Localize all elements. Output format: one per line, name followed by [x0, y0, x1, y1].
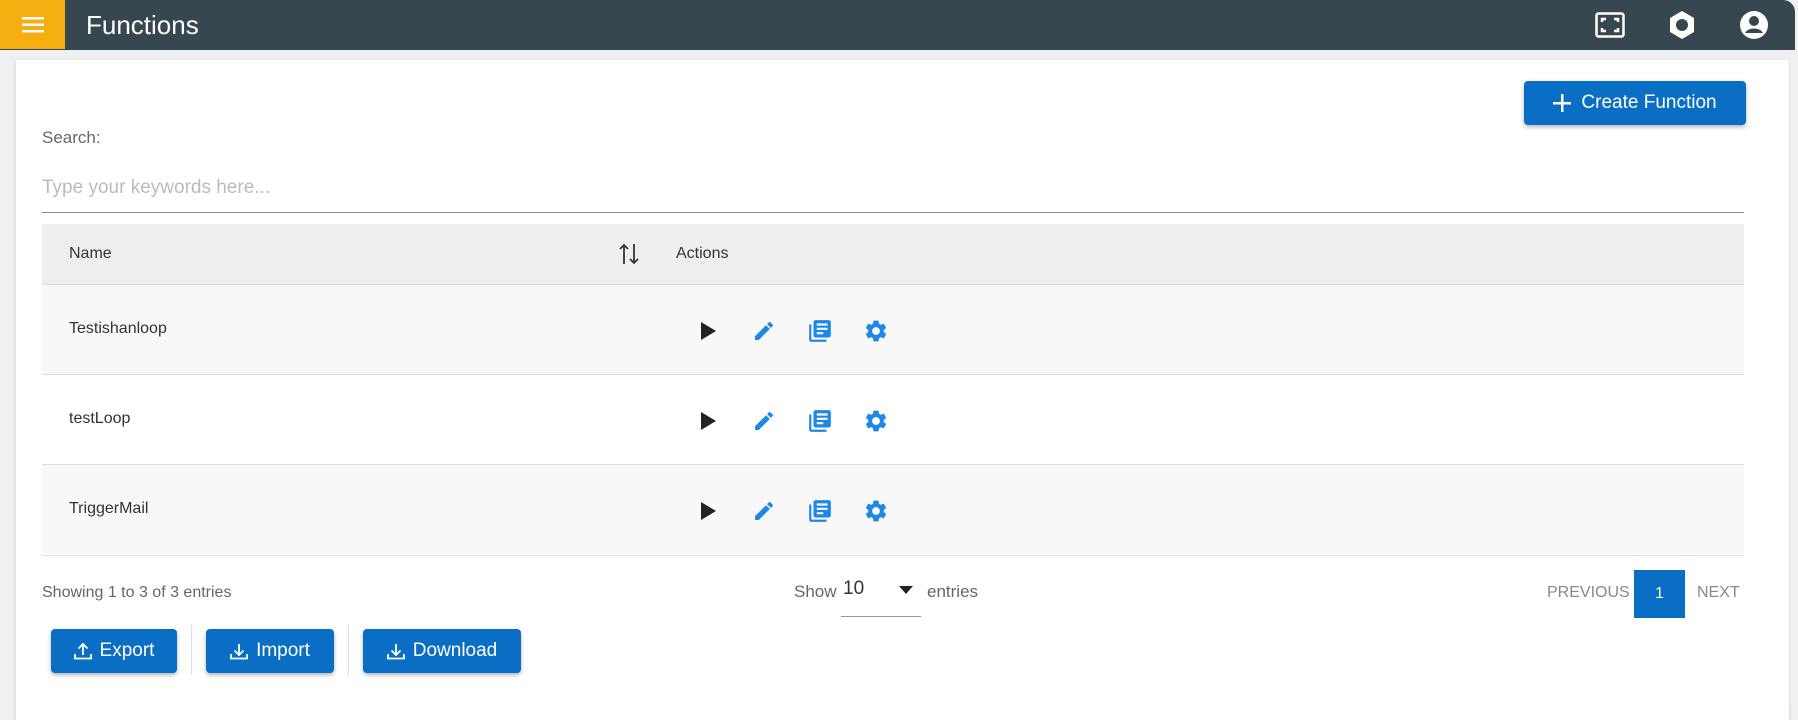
plus-icon [1553, 94, 1572, 112]
search-input[interactable] [42, 164, 1744, 213]
fullscreen-icon[interactable] [1594, 9, 1626, 41]
upload-icon [73, 642, 92, 660]
table-row: testLoop [42, 374, 1744, 464]
library-icon[interactable] [804, 315, 836, 347]
column-header-name: Name [69, 245, 112, 262]
settings-icon[interactable] [860, 405, 892, 437]
export-button[interactable]: Export [51, 629, 177, 673]
account-icon[interactable] [1738, 9, 1770, 41]
entries-per-page-value: 10 [843, 578, 865, 599]
show-label: Show [794, 582, 837, 601]
import-label: Import [256, 640, 310, 661]
library-icon[interactable] [804, 405, 836, 437]
pagination-page-1[interactable]: 1 [1634, 570, 1685, 618]
function-name: TriggerMail [69, 500, 149, 517]
button-divider [348, 625, 349, 675]
button-divider [191, 625, 192, 675]
entries-label: entries [927, 582, 979, 601]
function-name: testLoop [69, 410, 131, 427]
edit-icon[interactable] [748, 315, 780, 347]
edit-icon[interactable] [748, 495, 780, 527]
create-function-label: Create Function [1581, 92, 1717, 113]
download-icon [230, 644, 248, 660]
row-actions [692, 315, 892, 347]
import-button[interactable]: Import [206, 629, 334, 673]
hamburger-icon [21, 16, 44, 32]
edit-icon[interactable] [748, 405, 780, 437]
download-label: Download [412, 640, 498, 661]
table-bottom-divider [42, 555, 1744, 556]
row-actions [692, 495, 892, 527]
column-header-actions: Actions [676, 245, 729, 262]
play-icon[interactable] [692, 405, 724, 437]
settings-icon[interactable] [1666, 9, 1698, 41]
entries-per-page-select[interactable]: 10 [841, 572, 921, 617]
search-label: Search: [42, 128, 101, 147]
sort-icon[interactable] [618, 242, 640, 271]
create-function-button[interactable]: Create Function [1524, 81, 1746, 125]
table-info: Showing 1 to 3 of 3 entries [42, 584, 232, 601]
menu-button[interactable] [0, 0, 65, 49]
table-header: Name Actions [42, 224, 1744, 284]
play-icon[interactable] [692, 315, 724, 347]
table-row: TriggerMail [42, 464, 1744, 554]
top-app-bar: Functions [0, 0, 1795, 50]
caret-down-icon [899, 586, 913, 594]
row-actions [692, 405, 892, 437]
table-row: Testishanloop [42, 284, 1744, 374]
settings-icon[interactable] [860, 495, 892, 527]
library-icon[interactable] [804, 495, 836, 527]
download-icon [386, 644, 405, 660]
settings-icon[interactable] [860, 315, 892, 347]
download-button[interactable]: Download [363, 629, 521, 673]
functions-table: Name Actions Testishanloop testLoop Trig… [42, 224, 1744, 554]
pagination-previous[interactable]: PREVIOUS [1547, 584, 1630, 602]
function-name: Testishanloop [69, 320, 167, 337]
export-label: Export [99, 640, 155, 661]
play-icon[interactable] [692, 495, 724, 527]
scrollbar-track[interactable] [1789, 50, 1798, 701]
pagination-next[interactable]: NEXT [1697, 584, 1740, 602]
page-title: Functions [86, 10, 199, 40]
